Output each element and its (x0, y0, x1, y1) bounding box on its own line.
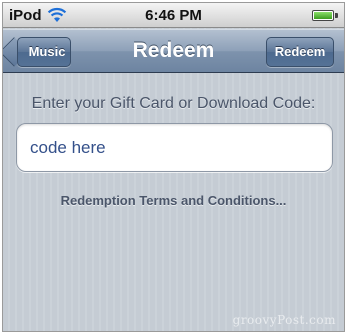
status-bar: iPod 6:46 PM (3, 3, 344, 28)
navigation-bar: Music Redeem Redeem (3, 29, 344, 73)
terms-link[interactable]: Redemption Terms and Conditions... (3, 193, 344, 208)
code-input[interactable]: code here (16, 123, 333, 172)
watermark: groovyPost.com (232, 313, 336, 327)
battery-tip (335, 13, 338, 18)
clock: 6:46 PM (145, 7, 202, 24)
battery-icon (312, 10, 334, 21)
redeem-button[interactable]: Redeem (266, 37, 334, 67)
app-window: iPod 6:46 PM Music Redeem Redeem Enter y… (2, 2, 345, 332)
battery-level (314, 12, 332, 19)
code-prompt-label: Enter your Gift Card or Download Code: (31, 95, 316, 112)
